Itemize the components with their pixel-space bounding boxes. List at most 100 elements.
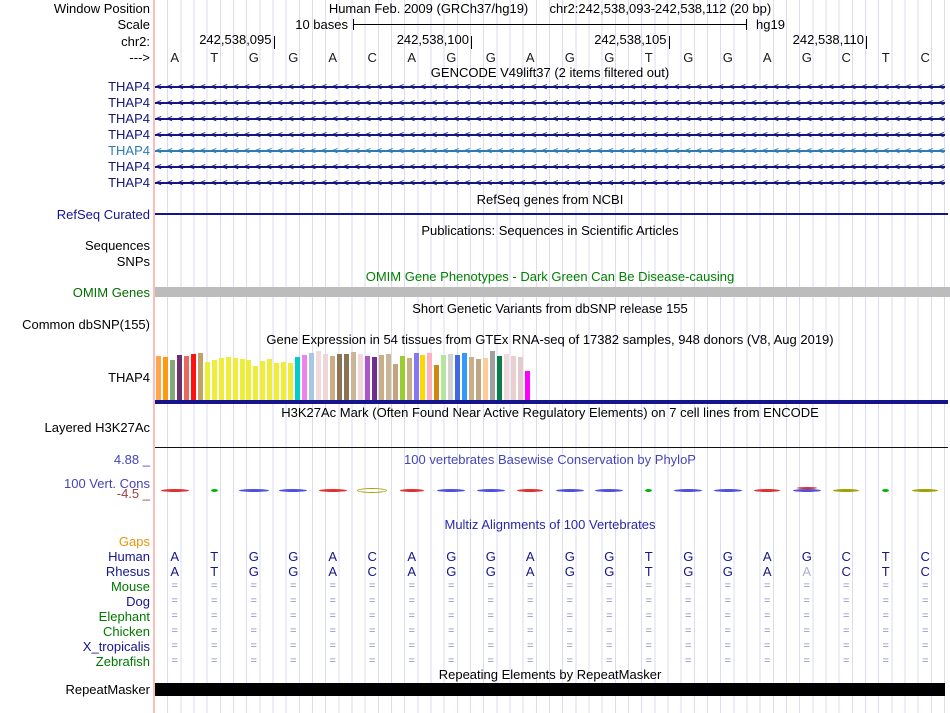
- gtex-tissue-bar[interactable]: [399, 356, 405, 400]
- gtex-tissue-bar[interactable]: [504, 354, 509, 400]
- species-label-mouse[interactable]: Mouse: [0, 580, 150, 593]
- gene-arrow-line[interactable]: <<<<<<<<<<<<<<<<<<<<<<<<<<<<<<<<<<<<<<<<…: [155, 176, 945, 190]
- gtex-tissue-bar[interactable]: [176, 355, 182, 400]
- gtex-tissue-bar[interactable]: [281, 362, 287, 400]
- gtex-tissue-bar[interactable]: [253, 366, 259, 400]
- phylop-score-mark[interactable]: [210, 488, 218, 492]
- phylop-score-mark[interactable]: [713, 488, 742, 492]
- gtex-tissue-bar[interactable]: [385, 354, 391, 400]
- gtex-gene-model-bar[interactable]: [155, 400, 948, 404]
- gtex-tissue-bar[interactable]: [476, 359, 482, 400]
- species-label-elephant[interactable]: Elephant: [0, 610, 150, 623]
- gene-label[interactable]: THAP4: [0, 96, 150, 110]
- gtex-tissue-bar[interactable]: [350, 352, 356, 400]
- gtex-tissue-bar[interactable]: [323, 354, 329, 400]
- refseq-curated-label[interactable]: RefSeq Curated: [0, 208, 150, 222]
- phylop-score-mark[interactable]: [595, 488, 624, 492]
- gene-arrow-line[interactable]: <<<<<<<<<<<<<<<<<<<<<<<<<<<<<<<<<<<<<<<<…: [155, 144, 945, 158]
- gtex-tissue-bar[interactable]: [441, 355, 447, 400]
- gtex-tissue-bar[interactable]: [524, 371, 530, 400]
- gtex-tissue-bar[interactable]: [211, 360, 217, 400]
- omim-gene-bar[interactable]: [155, 287, 950, 297]
- phylop-score-mark[interactable]: [238, 488, 269, 492]
- gtex-tissue-bar[interactable]: [357, 354, 363, 400]
- gtex-tissue-bar[interactable]: [483, 358, 489, 400]
- refseq-gene-line[interactable]: [155, 213, 948, 215]
- phylop-score-mark[interactable]: [279, 488, 308, 492]
- phylop-score-mark[interactable]: [833, 488, 860, 492]
- species-label-zebrafish[interactable]: Zebrafish: [0, 655, 150, 668]
- phylop-score-mark[interactable]: [555, 488, 584, 492]
- gtex-gene-label[interactable]: THAP4: [0, 371, 150, 385]
- gtex-tissue-bar[interactable]: [343, 354, 349, 400]
- phylop-score-mark[interactable]: [517, 488, 544, 492]
- gtex-tissue-bar[interactable]: [225, 357, 231, 400]
- species-label-human[interactable]: Human: [0, 550, 150, 563]
- gtex-tissue-bar[interactable]: [413, 353, 419, 400]
- gtex-tissue-bar[interactable]: [336, 354, 342, 400]
- gene-arrow-line[interactable]: <<<<<<<<<<<<<<<<<<<<<<<<<<<<<<<<<<<<<<<<…: [155, 128, 945, 142]
- gtex-tissue-bar[interactable]: [218, 358, 224, 400]
- common-dbsnp-label[interactable]: Common dbSNP(155): [0, 318, 150, 332]
- gtex-tissue-bar[interactable]: [517, 357, 523, 400]
- gtex-tissue-bar[interactable]: [364, 356, 370, 400]
- phylop-score-mark[interactable]: [437, 488, 466, 492]
- h3k27ac-baseline[interactable]: [155, 446, 948, 448]
- gtex-tissue-bar[interactable]: [274, 363, 280, 400]
- gtex-tissue-bar[interactable]: [448, 354, 454, 400]
- gtex-tissue-bar[interactable]: [330, 356, 335, 400]
- gtex-tissue-bar[interactable]: [434, 365, 440, 400]
- gtex-expression-bars[interactable]: [155, 350, 945, 400]
- gtex-tissue-bar[interactable]: [316, 351, 322, 400]
- sequences-label[interactable]: Sequences: [0, 239, 150, 253]
- gtex-tissue-bar[interactable]: [420, 355, 426, 400]
- gtex-tissue-bar[interactable]: [183, 356, 189, 400]
- layered-h3k27ac-label[interactable]: Layered H3K27Ac: [0, 421, 150, 435]
- gtex-tissue-bar[interactable]: [392, 364, 398, 400]
- gene-arrow-line[interactable]: <<<<<<<<<<<<<<<<<<<<<<<<<<<<<<<<<<<<<<<<…: [155, 96, 945, 110]
- snps-label[interactable]: SNPs: [0, 255, 150, 269]
- gtex-tissue-bar[interactable]: [490, 351, 496, 400]
- gtex-tissue-bar[interactable]: [462, 353, 468, 400]
- gtex-tissue-bar[interactable]: [302, 355, 308, 400]
- gtex-tissue-bar[interactable]: [190, 354, 196, 400]
- gene-label[interactable]: THAP4: [0, 160, 150, 174]
- gtex-tissue-bar[interactable]: [378, 355, 384, 400]
- phylop-score-mark[interactable]: [882, 488, 890, 492]
- gtex-tissue-bar[interactable]: [246, 360, 252, 400]
- species-label-x_tropicalis[interactable]: X_tropicalis: [0, 640, 150, 653]
- gene-label[interactable]: THAP4: [0, 144, 150, 158]
- species-label-dog[interactable]: Dog: [0, 595, 150, 608]
- repeatmasker-element-bar[interactable]: [155, 683, 945, 696]
- phylop-score-mark[interactable]: [912, 488, 939, 492]
- gtex-tissue-bar[interactable]: [288, 363, 294, 400]
- gene-label[interactable]: THAP4: [0, 80, 150, 94]
- gtex-tissue-bar[interactable]: [239, 359, 245, 400]
- gene-label[interactable]: THAP4: [0, 128, 150, 142]
- species-label-gaps[interactable]: Gaps: [0, 535, 150, 548]
- phylop-score-mark[interactable]: [754, 488, 781, 492]
- gene-arrow-line[interactable]: <<<<<<<<<<<<<<<<<<<<<<<<<<<<<<<<<<<<<<<<…: [155, 80, 945, 94]
- phylop-score-mark[interactable]: [674, 488, 703, 492]
- gtex-tissue-bar[interactable]: [427, 353, 433, 400]
- gtex-tissue-bar[interactable]: [309, 353, 315, 400]
- gtex-tissue-bar[interactable]: [406, 358, 412, 400]
- gtex-tissue-bar[interactable]: [232, 358, 238, 400]
- strand-direction-label[interactable]: --->: [0, 51, 150, 65]
- gtex-tissue-bar[interactable]: [162, 357, 168, 400]
- gene-arrow-line[interactable]: <<<<<<<<<<<<<<<<<<<<<<<<<<<<<<<<<<<<<<<<…: [155, 160, 945, 174]
- gtex-tissue-bar[interactable]: [169, 360, 175, 400]
- phylop-score-mark[interactable]: [399, 488, 424, 492]
- gene-arrow-line[interactable]: <<<<<<<<<<<<<<<<<<<<<<<<<<<<<<<<<<<<<<<<…: [155, 112, 945, 126]
- phylop-score-mark[interactable]: [792, 488, 821, 492]
- gtex-tissue-bar[interactable]: [197, 353, 203, 400]
- species-label-rhesus[interactable]: Rhesus: [0, 565, 150, 578]
- gtex-tissue-bar[interactable]: [156, 356, 161, 400]
- repeatmasker-label[interactable]: RepeatMasker: [0, 683, 150, 697]
- phylop-score-mark[interactable]: [160, 488, 189, 492]
- gtex-tissue-bar[interactable]: [204, 362, 210, 400]
- gtex-tissue-bar[interactable]: [295, 357, 301, 400]
- phylop-score-mark[interactable]: [318, 488, 347, 492]
- species-label-chicken[interactable]: Chicken: [0, 625, 150, 638]
- gtex-tissue-bar[interactable]: [260, 361, 266, 400]
